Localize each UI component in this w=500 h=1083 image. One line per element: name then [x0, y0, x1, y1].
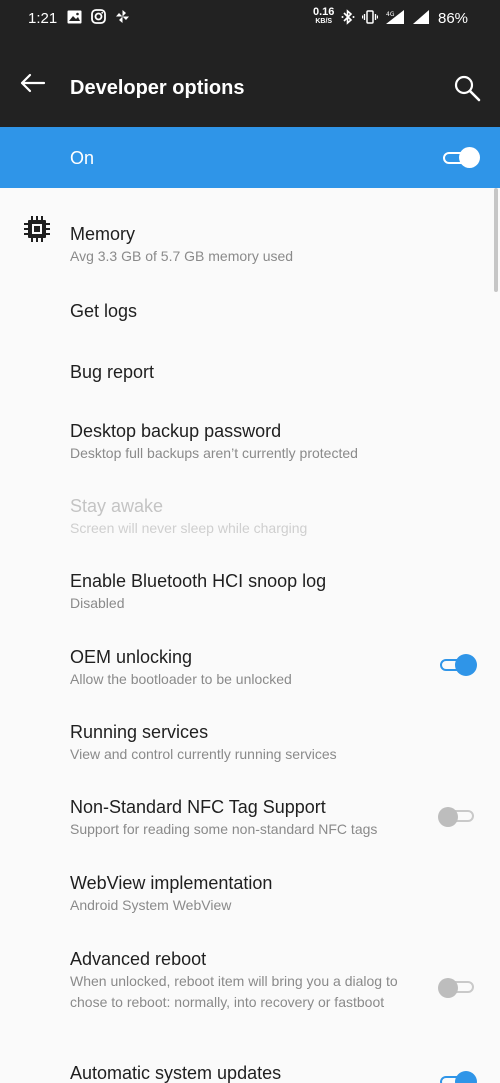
setting-oem-unlocking[interactable]: OEM unlocking Allow the bootloader to be… — [0, 628, 495, 702]
setting-advanced-reboot[interactable]: Advanced reboot When unlocked, reboot it… — [0, 930, 495, 1046]
setting-get-logs[interactable]: Get logs — [0, 280, 495, 340]
setting-title: Memory — [70, 224, 136, 244]
setting-bug-report[interactable]: Bug report — [0, 341, 495, 401]
chip-icon — [24, 216, 50, 242]
oem-unlocking-toggle[interactable] — [438, 653, 478, 677]
setting-nfc-tag-support[interactable]: Non-Standard NFC Tag Support Support for… — [0, 778, 495, 852]
bluetooth-icon — [341, 9, 355, 25]
page-title: Developer options — [70, 77, 245, 99]
setting-title: Get logs — [70, 301, 138, 321]
setting-running-services[interactable]: Running services View and control curren… — [0, 703, 495, 777]
toggle-thumb — [438, 978, 458, 998]
setting-automatic-system-updates[interactable]: Automatic system updates — [0, 1048, 495, 1083]
setting-summary: Android System WebView — [70, 897, 232, 913]
toggle-thumb — [455, 1071, 477, 1083]
battery-level: 86% — [438, 10, 469, 27]
svg-text:4G: 4G — [386, 11, 395, 18]
advanced-reboot-toggle[interactable] — [438, 975, 478, 999]
setting-title: Bug report — [70, 362, 155, 382]
scrollbar[interactable] — [494, 188, 498, 292]
setting-summary: Avg 3.3 GB of 5.7 GB memory used — [70, 248, 294, 264]
setting-summary: When unlocked, reboot item will bring yo… — [70, 973, 398, 1010]
nfc-tag-support-toggle[interactable] — [438, 804, 478, 828]
back-arrow-icon[interactable] — [18, 71, 48, 95]
status-time: 1:21 — [28, 10, 58, 27]
network-speed-unit: KB/S — [315, 18, 333, 25]
signal-4g-icon: 4G — [386, 10, 405, 24]
search-icon[interactable] — [452, 73, 482, 103]
setting-bluetooth-hci-snoop-log[interactable]: Enable Bluetooth HCI snoop log Disabled — [0, 552, 495, 626]
gallery-icon — [67, 10, 82, 23]
setting-title: Running services — [70, 722, 209, 742]
app-bar: Developer options — [0, 37, 500, 127]
setting-summary: Desktop full backups aren’t currently pr… — [70, 445, 358, 461]
vibrate-icon — [362, 10, 379, 24]
signal-icon — [413, 10, 430, 24]
toggle-thumb — [455, 654, 477, 676]
setting-summary: Allow the bootloader to be unlocked — [70, 671, 292, 687]
setting-stay-awake: Stay awake Screen will never sleep while… — [0, 477, 495, 551]
notification-icons — [67, 9, 130, 24]
network-speed: 0.16 KB/S — [313, 6, 335, 26]
setting-title: Enable Bluetooth HCI snoop log — [70, 571, 327, 591]
automatic-system-updates-toggle[interactable] — [438, 1070, 478, 1083]
setting-title: WebView implementation — [70, 873, 273, 893]
setting-summary: Screen will never sleep while charging — [70, 520, 308, 536]
status-bar: 1:21 0.16 KB/S 4G 86% — [0, 0, 500, 37]
network-speed-value: 0.16 — [313, 6, 335, 18]
master-toggle-thumb — [459, 147, 480, 168]
master-switch-label: On — [70, 148, 95, 168]
setting-webview-implementation[interactable]: WebView implementation Android System We… — [0, 854, 495, 928]
pinwheel-icon — [116, 10, 129, 23]
setting-title: Non-Standard NFC Tag Support — [70, 797, 326, 817]
setting-title: Advanced reboot — [70, 949, 207, 969]
setting-title: OEM unlocking — [70, 647, 193, 667]
setting-summary: Disabled — [70, 595, 125, 611]
system-icons: 0.16 KB/S 4G — [313, 6, 430, 26]
master-switch-bar[interactable]: On — [0, 127, 500, 188]
setting-title: Automatic system updates — [70, 1063, 282, 1083]
master-toggle[interactable] — [441, 147, 480, 169]
setting-title: Stay awake — [70, 496, 164, 516]
toggle-thumb — [438, 807, 458, 827]
instagram-icon — [91, 9, 106, 24]
setting-summary: Support for reading some non-standard NF… — [70, 821, 378, 837]
setting-memory[interactable]: Memory Avg 3.3 GB of 5.7 GB memory used — [0, 188, 495, 266]
setting-title: Desktop backup password — [70, 421, 282, 441]
setting-desktop-backup-password[interactable]: Desktop backup password Desktop full bac… — [0, 402, 495, 476]
setting-summary: View and control currently running servi… — [70, 746, 337, 762]
